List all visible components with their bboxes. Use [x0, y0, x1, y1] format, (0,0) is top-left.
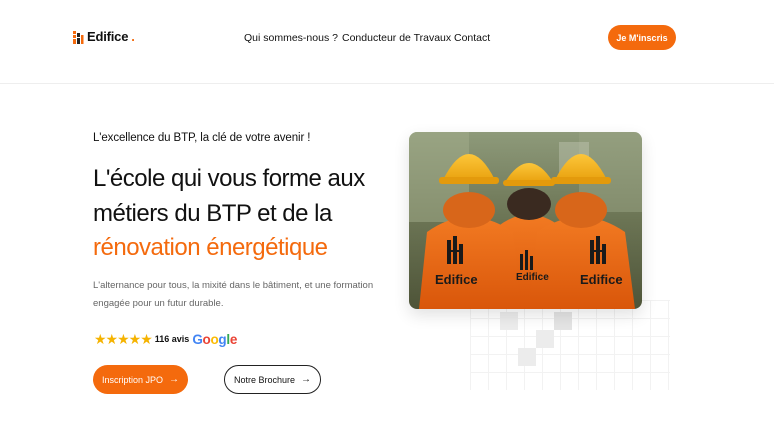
photo-jacket-text-middle: Edifice [516, 272, 549, 283]
brochure-button[interactable]: Notre Brochure → [224, 365, 321, 394]
hero-title-line-1: L'école qui vous forme aux [93, 165, 365, 192]
brochure-label: Notre Brochure [233, 374, 296, 385]
nav-link-qui-sommes-nous[interactable]: Qui sommes-nous ? [244, 32, 338, 44]
hero-subtitle-line-1: L'alternance pour tous, la mixité dans l… [93, 280, 374, 291]
rating-stars: ★★★★★ [94, 331, 153, 347]
hero-title-line-2: métiers du BTP et de la [93, 200, 332, 227]
google-rating: ★★★★★ 116 avis Google [94, 331, 237, 347]
nav-link-contact[interactable]: Contact [454, 32, 490, 44]
hero-subtitle-line-2: engagée pour un futur durable. [93, 298, 224, 309]
grid-block [536, 330, 554, 348]
arrow-right-icon: → [301, 373, 312, 385]
nav-link-conducteur-de-travaux[interactable]: Conducteur de Travaux [342, 32, 451, 44]
hero-eyebrow: L'excellence du BTP, la clé de votre ave… [93, 132, 311, 144]
grid-block [518, 348, 536, 366]
arrow-right-icon: → [169, 373, 180, 385]
site-header: Edifice. Qui sommes-nous ? Conducteur de… [0, 0, 774, 84]
photo-jacket-text-right: Edifice [580, 272, 623, 287]
inscription-jpo-button[interactable]: Inscription JPO → [93, 365, 188, 394]
signup-button[interactable]: Je M'inscris [608, 25, 676, 50]
inscription-jpo-label: Inscription JPO [101, 374, 164, 385]
photo-jacket-text-left: Edifice [435, 272, 478, 287]
grid-block [500, 312, 518, 330]
hero-title-highlight: rénovation énergétique [93, 234, 328, 261]
hero-photo: Edifice Edifice Edifice [409, 132, 642, 309]
grid-block [554, 312, 572, 330]
review-count: 116 avis [154, 334, 190, 344]
google-logo: Google [192, 331, 238, 347]
